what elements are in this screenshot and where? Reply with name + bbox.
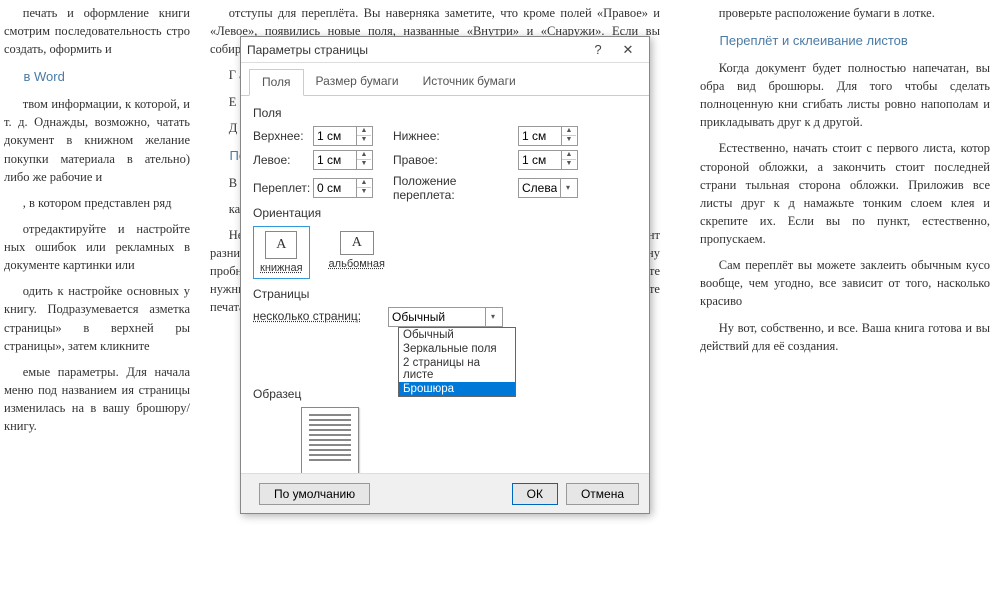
page-setup-dialog: Параметры страницы ? ✕ Поля Размер бумаг… — [240, 36, 650, 514]
dialog-tabs: Поля Размер бумаги Источник бумаги — [241, 63, 649, 96]
orientation-label: Ориентация — [253, 206, 637, 220]
dropdown-option-selected[interactable]: Брошюра — [399, 382, 515, 396]
help-button[interactable]: ? — [583, 42, 613, 57]
multi-pages-select[interactable]: ▾ — [388, 307, 503, 327]
close-button[interactable]: ✕ — [613, 42, 643, 58]
right-margin-label: Правое: — [393, 153, 518, 167]
orientation-portrait[interactable]: книжная — [253, 226, 310, 279]
portrait-icon — [265, 231, 297, 259]
dropdown-option[interactable]: Зеркальные поля — [399, 342, 515, 356]
left-margin-input[interactable]: ▲▼ — [313, 150, 373, 170]
gutter-pos-label: Положение переплета: — [393, 174, 518, 202]
doc-column-left: печать и оформление книги смотрим послед… — [0, 0, 200, 598]
default-button[interactable]: По умолчанию — [259, 483, 370, 505]
landscape-icon — [340, 231, 374, 255]
right-margin-input[interactable]: ▲▼ — [518, 150, 578, 170]
tab-paper[interactable]: Размер бумаги — [304, 69, 411, 95]
gutter-pos-select[interactable]: ▾ — [518, 178, 578, 198]
margins-group-label: Поля — [253, 106, 637, 120]
multi-pages-dropdown[interactable]: Обычный Зеркальные поля 2 страницы на ли… — [398, 327, 516, 397]
dialog-title: Параметры страницы — [247, 43, 583, 57]
top-margin-label: Верхнее: — [253, 129, 313, 143]
chevron-down-icon[interactable]: ▾ — [485, 308, 500, 326]
dropdown-option[interactable]: 2 страницы на листе — [399, 356, 515, 382]
pages-group-label: Страницы — [253, 287, 637, 301]
bottom-margin-input[interactable]: ▲▼ — [518, 126, 578, 146]
dropdown-option[interactable]: Обычный — [399, 328, 515, 342]
doc-column-right: проверьте расположение бумаги в лотке. П… — [670, 0, 1000, 598]
left-margin-label: Левое: — [253, 153, 313, 167]
cancel-button[interactable]: Отмена — [566, 483, 639, 505]
top-margin-input[interactable]: ▲▼ — [313, 126, 373, 146]
ok-button[interactable]: ОК — [512, 483, 558, 505]
tab-margins[interactable]: Поля — [249, 69, 304, 96]
orientation-landscape[interactable]: альбомная — [322, 226, 392, 279]
bottom-margin-label: Нижнее: — [393, 129, 518, 143]
multi-pages-label: несколько страниц: — [253, 307, 388, 323]
gutter-label: Переплет: — [253, 181, 313, 195]
preview-thumbnail — [301, 407, 359, 483]
tab-source[interactable]: Источник бумаги — [411, 69, 528, 95]
gutter-input[interactable]: ▲▼ — [313, 178, 373, 198]
